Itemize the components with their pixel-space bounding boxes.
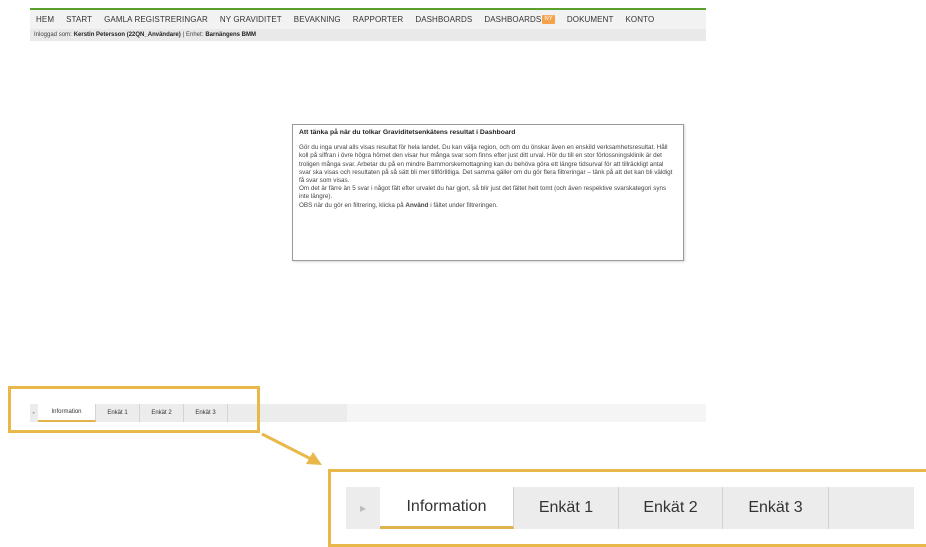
tab-enkat-2[interactable]: Enkät 2 [619,487,723,529]
tab-enkat-3[interactable]: Enkät 3 [723,487,829,529]
tabs-strip-zoomed: ▸ Information Enkät 1 Enkät 2 Enkät 3 [346,487,914,529]
tab-enkat-1[interactable]: Enkät 1 [514,487,619,529]
tab-information[interactable]: Information [380,487,514,529]
scroll-left-icon[interactable]: ▸ [346,487,380,529]
arrow-icon [261,432,322,465]
